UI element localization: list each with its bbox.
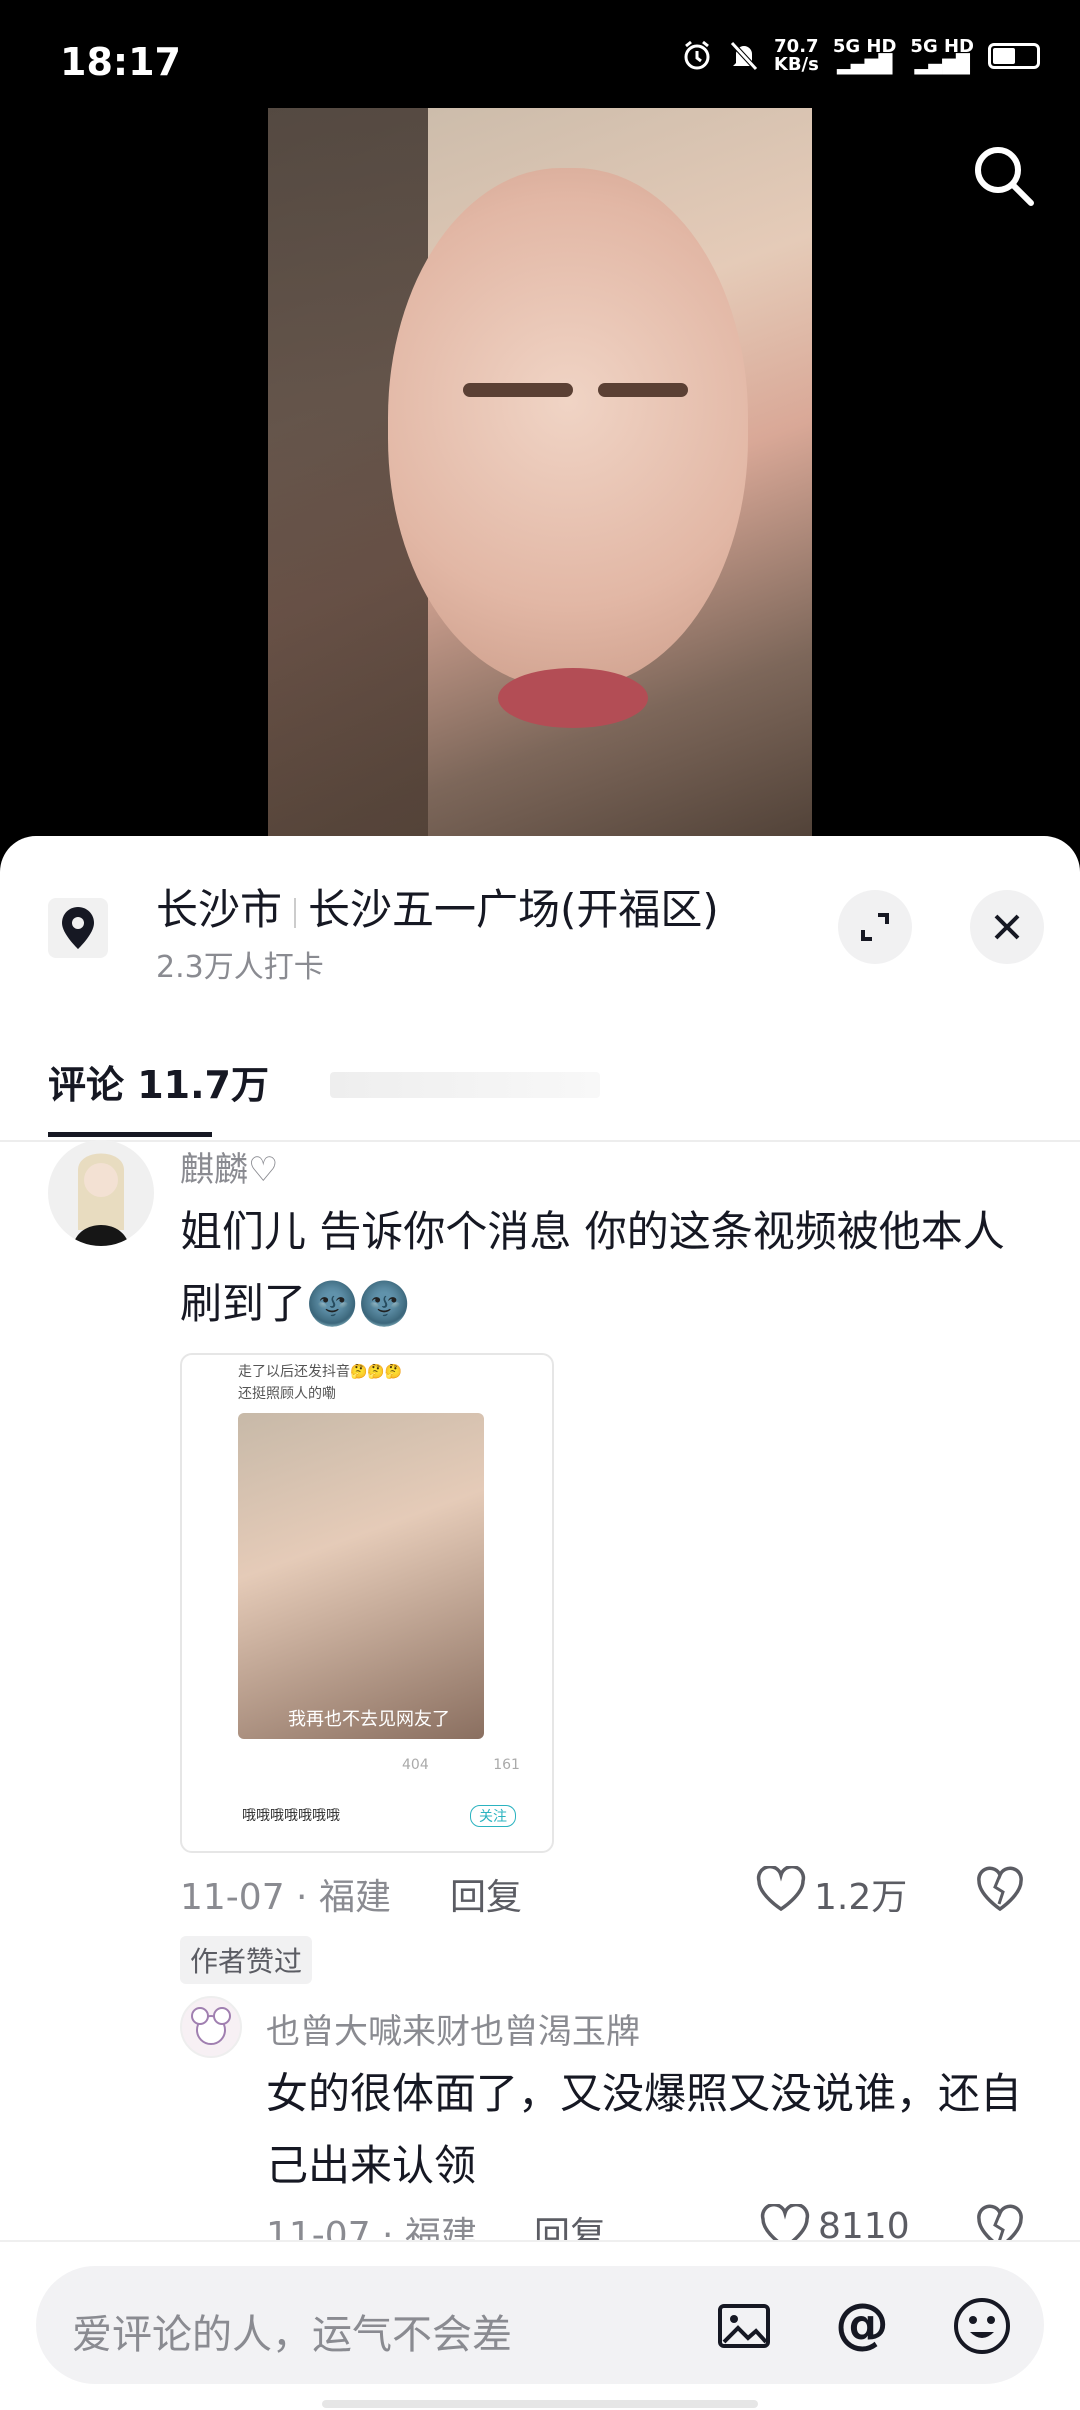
location-checkins: 2.3万人打卡: [156, 950, 324, 985]
divider: [0, 1140, 1080, 1142]
status-time: 18:17: [60, 40, 181, 84]
like-heart-icon[interactable]: [756, 1866, 806, 1912]
image-video-frame: 我再也不去见网友了: [238, 1413, 484, 1739]
tab-comments[interactable]: 评论 11.7万: [48, 1054, 269, 1109]
video-frame-mouth: [498, 668, 648, 728]
status-indicators: 70.7 KB/s 5G HD ▂▄▆█ 5G HD ▂▄▆█: [680, 38, 1040, 74]
comment-text: 女的很体面了，又没爆照又没说谁，还自己出来认领: [266, 2069, 1023, 2190]
status-bar: 18:17 70.7 KB/s 5G HD ▂▄▆█ 5G HD ▂▄▆█: [0, 0, 1080, 110]
comment-author[interactable]: 麒麟♡: [180, 1142, 278, 1191]
home-indicator: [322, 2400, 758, 2408]
comment-input-placeholder: 爱评论的人，运气不会差: [72, 2312, 512, 2358]
video-frame-face: [388, 168, 748, 688]
image-video-caption: 我再也不去见网友了: [288, 1709, 450, 1730]
comment-input[interactable]: 爱评论的人，运气不会差 @: [36, 2266, 1044, 2384]
alarm-icon: [684, 40, 710, 70]
comment-text: 姐们儿 告诉你个消息 你的这条视频被他本人刷到了🌚🌚: [180, 1207, 1005, 1328]
comment-input-bar: 爱评论的人，运气不会差 @: [0, 2240, 1080, 2410]
comment-date: 11-07 · 福建: [180, 1877, 391, 1918]
expand-icon: [861, 913, 889, 941]
expand-button[interactable]: [838, 890, 912, 964]
image-stat-comments: 161: [493, 1757, 520, 1773]
location-place: 长沙五一广场(开福区): [308, 885, 719, 934]
author-liked-badge: 作者赞过: [180, 1936, 313, 1984]
mute-bell-icon: [730, 41, 758, 71]
dislike-heart-icon[interactable]: [976, 1866, 1024, 1912]
comment-author[interactable]: 也曾大喊来财也曾渴玉牌: [266, 2004, 640, 2053]
image-icon[interactable]: [712, 2294, 776, 2358]
image-username: 哦哦哦哦哦哦哦: [242, 1808, 340, 1824]
video-player[interactable]: [268, 108, 812, 838]
location-pin-icon: [48, 898, 108, 958]
reply-button[interactable]: 回复: [450, 1868, 522, 1920]
comment-image[interactable]: 走了以后还发抖音🤔🤔🤔 还挺照顾人的嘞 我再也不去见网友了 404 161 哦哦哦…: [180, 1353, 554, 1853]
signal-sim2: 5G HD ▂▄▆█: [910, 36, 974, 75]
search-icon[interactable]: [968, 140, 1040, 212]
avatar[interactable]: [48, 1140, 154, 1246]
comment-sheet: 长沙市 长沙五一广场(开福区) 2.3万人打卡 评论 11.7万 麒麟♡ 姐们儿 …: [0, 836, 1080, 2408]
image-follow: 关注: [470, 1805, 516, 1827]
image-caption: 走了以后还发抖音🤔🤔🤔 还挺照顾人的嘞: [238, 1364, 403, 1402]
image-stats: 404 161: [242, 1757, 520, 1773]
tab-indicator: [48, 1132, 212, 1137]
close-button[interactable]: [970, 890, 1044, 964]
tab-placeholder[interactable]: [330, 1072, 600, 1098]
location-title[interactable]: 长沙市 长沙五一广场(开福区): [156, 876, 719, 937]
emoji-icon[interactable]: [950, 2294, 1014, 2358]
network-speed: 70.7 KB/s: [773, 36, 819, 75]
close-icon: [994, 914, 1020, 940]
battery-icon: [988, 43, 1040, 69]
signal-sim1: 5G HD ▂▄▆█: [832, 36, 897, 75]
svg-text:@: @: [835, 2294, 889, 2355]
avatar[interactable]: [180, 1996, 242, 2058]
like-count: 1.2万: [814, 1877, 908, 1918]
image-stat-likes: 404: [402, 1757, 429, 1773]
video-frame-eye: [463, 383, 573, 397]
mention-icon[interactable]: @: [830, 2294, 894, 2358]
location-separator: [294, 897, 297, 928]
video-frame-eye: [598, 383, 688, 397]
location-city: 长沙市: [156, 885, 283, 934]
